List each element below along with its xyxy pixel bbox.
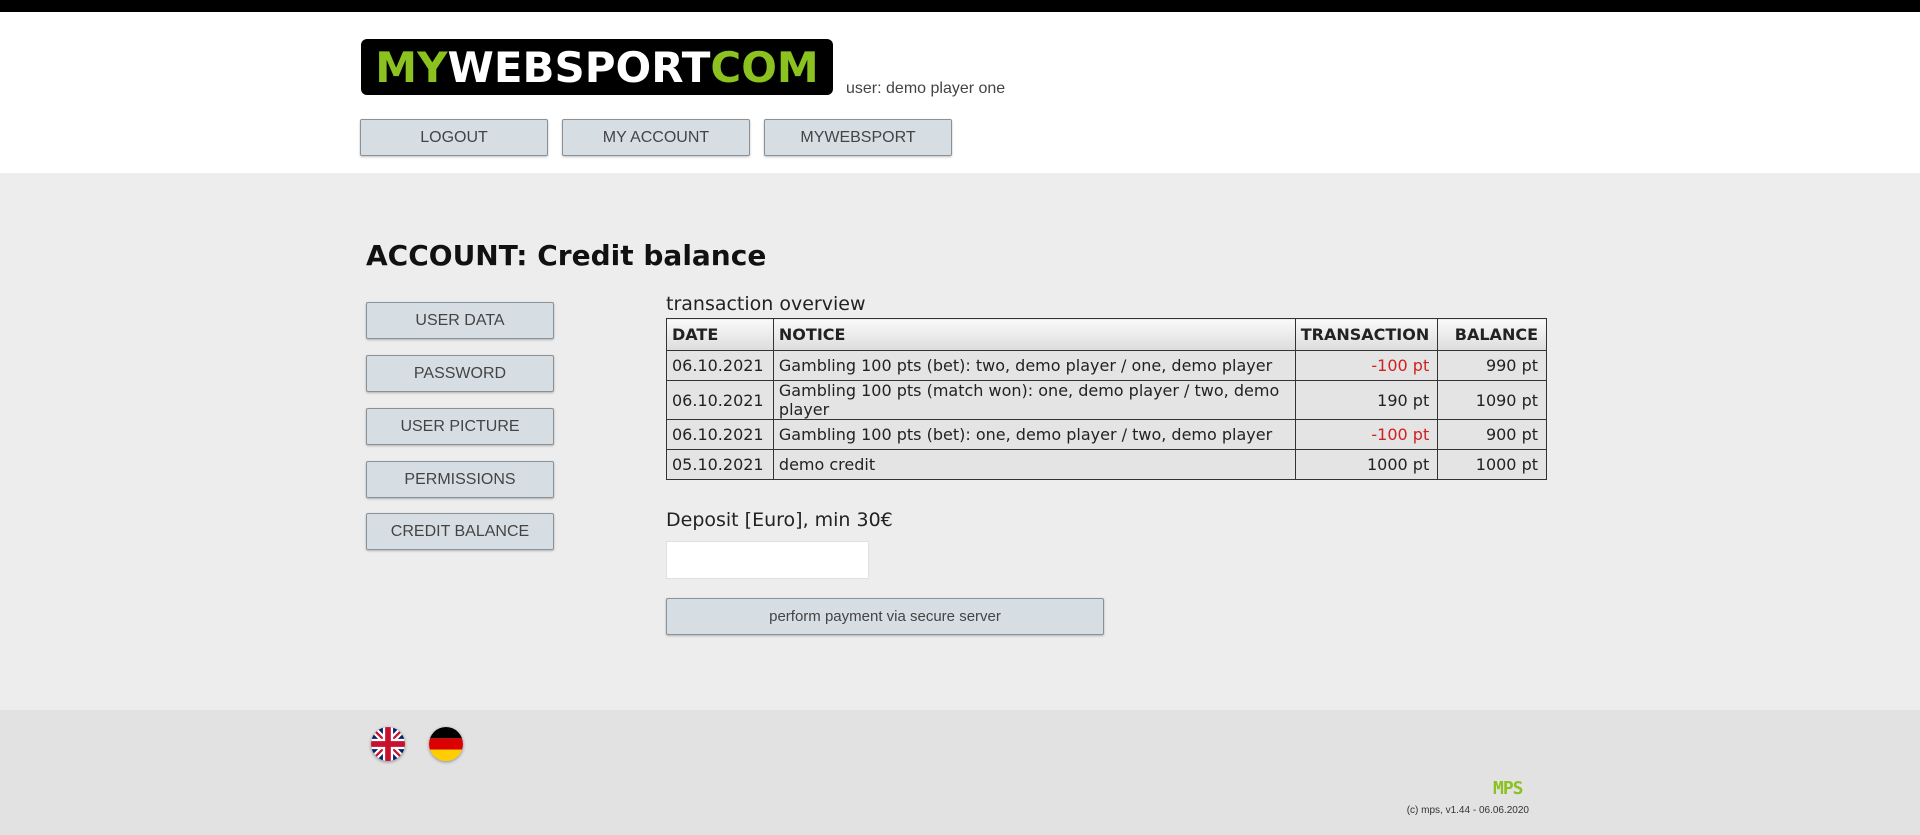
table-row: 06.10.2021 Gambling 100 pts (match won):… <box>666 380 1547 420</box>
perform-payment-button[interactable]: perform payment via secure server <box>666 598 1104 635</box>
cell-transaction: -100 pt <box>1294 350 1439 381</box>
mywebsport-button[interactable]: MYWEBSPORT <box>764 119 952 156</box>
cell-notice: Gambling 100 pts (bet): one, demo player… <box>772 419 1296 450</box>
cell-notice: demo credit <box>772 449 1296 480</box>
cell-balance: 900 pt <box>1437 419 1547 450</box>
english-flag-icon[interactable] <box>371 727 405 761</box>
cell-balance: 990 pt <box>1437 350 1547 381</box>
header-transaction: TRANSACTION <box>1294 318 1439 351</box>
header-notice: NOTICE <box>772 318 1296 351</box>
deposit-amount-input[interactable] <box>666 541 869 579</box>
cell-notice: Gambling 100 pts (match won): one, demo … <box>772 380 1296 420</box>
main-content: ACCOUNT: Credit balance USER DATA PASSWO… <box>0 173 1920 710</box>
header-date: DATE <box>666 318 774 351</box>
german-flag-icon[interactable] <box>429 727 463 761</box>
user-picture-button[interactable]: USER PICTURE <box>366 408 554 445</box>
table-row: 06.10.2021 Gambling 100 pts (bet): two, … <box>666 350 1547 381</box>
user-data-button[interactable]: USER DATA <box>366 302 554 339</box>
logo-part-my: MY <box>375 42 448 92</box>
header-balance: BALANCE <box>1437 318 1547 351</box>
transaction-table: DATE NOTICE TRANSACTION BALANCE 06.10.20… <box>666 318 1547 480</box>
permissions-button[interactable]: PERMISSIONS <box>366 461 554 498</box>
logo-part-com: COM <box>710 42 819 92</box>
table-row: 06.10.2021 Gambling 100 pts (bet): one, … <box>666 419 1547 450</box>
table-header-row: DATE NOTICE TRANSACTION BALANCE <box>666 318 1547 351</box>
top-bar <box>0 0 1920 12</box>
logo-part-websport: WEBSPORT <box>447 42 711 92</box>
user-label: user: demo player one <box>846 80 1006 97</box>
my-account-button[interactable]: MY ACCOUNT <box>562 119 750 156</box>
cell-date: 06.10.2021 <box>666 350 774 381</box>
cell-transaction: 1000 pt <box>1294 449 1439 480</box>
cell-date: 06.10.2021 <box>666 419 774 450</box>
page-title: ACCOUNT: Credit balance <box>366 239 767 272</box>
cell-balance: 1000 pt <box>1437 449 1547 480</box>
logout-button[interactable]: LOGOUT <box>360 119 548 156</box>
version-text: (c) mps, v1.44 - 06.06.2020 <box>1406 805 1529 816</box>
credit-balance-button[interactable]: CREDIT BALANCE <box>366 513 554 550</box>
cell-transaction: 190 pt <box>1294 380 1439 420</box>
deposit-label: Deposit [Euro], min 30€ <box>666 509 893 531</box>
footer: MPS (c) mps, v1.44 - 06.06.2020 <box>0 710 1920 835</box>
cell-balance: 1090 pt <box>1437 380 1547 420</box>
cell-date: 05.10.2021 <box>666 449 774 480</box>
transaction-overview-label: transaction overview <box>666 293 866 315</box>
password-button[interactable]: PASSWORD <box>366 355 554 392</box>
site-logo[interactable]: MY WEBSPORT COM <box>361 39 833 95</box>
cell-notice: Gambling 100 pts (bet): two, demo player… <box>772 350 1296 381</box>
header: MY WEBSPORT COM user: demo player one LOGO… <box>0 12 1920 173</box>
mps-logo-icon: MPS <box>1493 778 1523 799</box>
cell-transaction: -100 pt <box>1294 419 1439 450</box>
cell-date: 06.10.2021 <box>666 380 774 420</box>
table-row: 05.10.2021 demo credit 1000 pt 1000 pt <box>666 449 1547 480</box>
